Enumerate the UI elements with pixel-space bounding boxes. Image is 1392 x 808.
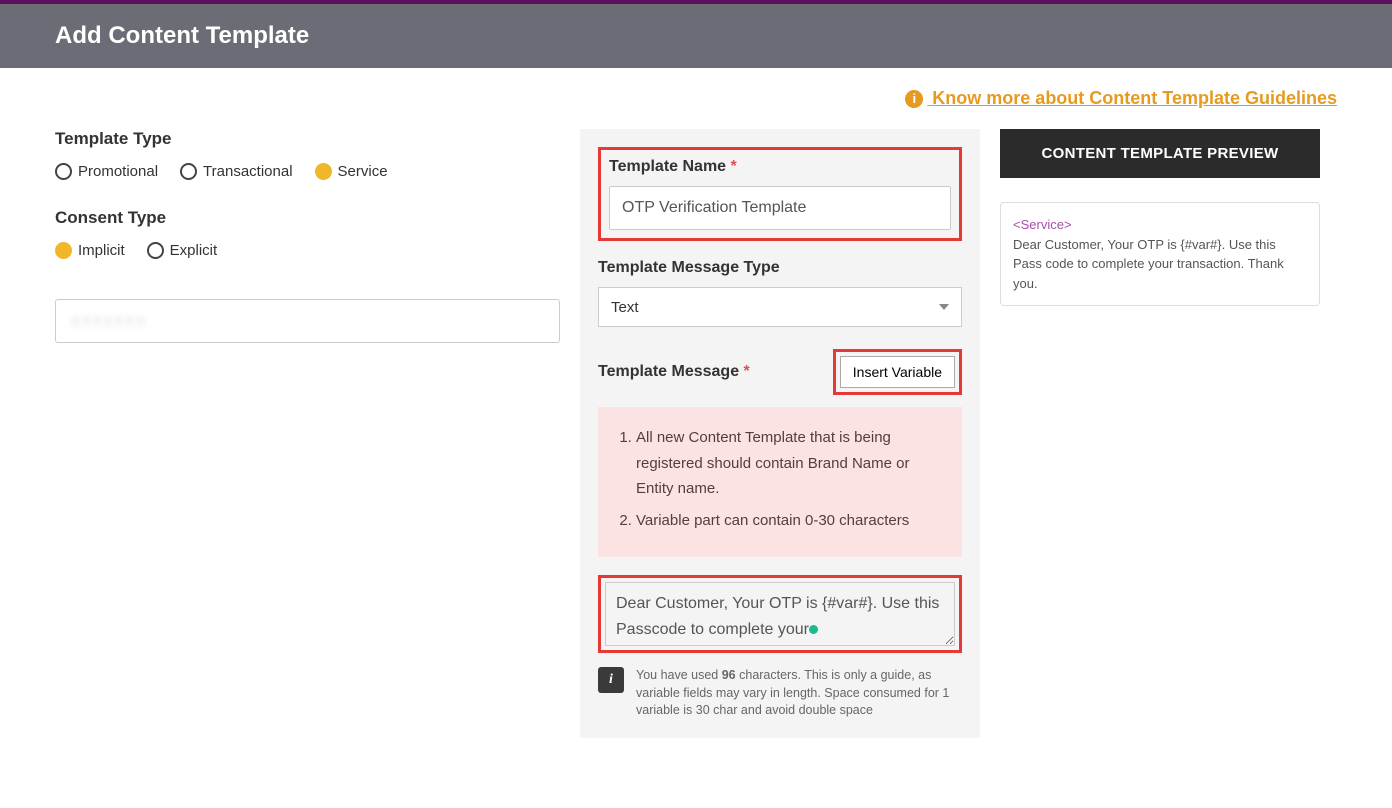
message-type-label: Template Message Type [598,259,962,277]
consent-type-group: Implicit Explicit [55,242,560,259]
template-message-highlight: Dear Customer, Your OTP is {#var#}. Use … [598,575,962,653]
notice-item: Variable part can contain 0-30 character… [636,508,946,534]
preview-tag: <Service> [1013,215,1307,235]
guidelines-link-row: i Know more about Content Template Guide… [55,88,1337,109]
page-title: Add Content Template [55,22,1337,50]
radio-service[interactable]: Service [315,163,388,180]
guidelines-link-text: Know more about Content Template Guideli… [932,88,1337,108]
radio-circle-icon [55,163,72,180]
consent-type-label: Consent Type [55,208,560,228]
insert-variable-highlight: Insert Variable [833,349,962,395]
insert-variable-button[interactable]: Insert Variable [840,356,955,388]
chevron-down-icon [939,304,949,310]
entity-select[interactable]: XXXXXXX [55,299,560,343]
cursor-dot-icon [809,625,818,634]
main-container: i Know more about Content Template Guide… [0,68,1392,738]
blurred-value: XXXXXXX [70,313,147,330]
char-count-info: i You have used 96 characters. This is o… [598,667,962,720]
info-icon: i [905,90,923,108]
template-message-textarea[interactable]: Dear Customer, Your OTP is {#var#}. Use … [605,582,955,646]
message-type-value: Text [611,299,639,316]
required-mark: * [744,363,750,380]
preview-box: <Service> Dear Customer, Your OTP is {#v… [1000,202,1320,306]
template-message-label: Template Message * [598,363,750,381]
template-message-header: Template Message * Insert Variable [598,349,962,395]
middle-column: Template Name * Template Message Type Te… [580,129,980,738]
radio-label: Transactional [203,163,293,180]
preview-body: Dear Customer, Your OTP is {#var#}. Use … [1013,235,1307,294]
template-type-label: Template Type [55,129,560,149]
notice-item: All new Content Template that is being r… [636,425,946,502]
radio-transactional[interactable]: Transactional [180,163,293,180]
preview-header: CONTENT TEMPLATE PREVIEW [1000,129,1320,178]
required-mark: * [731,158,737,175]
left-column: Template Type Promotional Transactional … [55,129,560,343]
radio-label: Service [338,163,388,180]
char-count-text: You have used 96 characters. This is onl… [636,667,962,720]
template-name-highlight: Template Name * [598,147,962,241]
radio-implicit[interactable]: Implicit [55,242,125,259]
guidelines-link[interactable]: i Know more about Content Template Guide… [905,88,1337,108]
template-type-group: Promotional Transactional Service [55,163,560,180]
info-icon: i [598,667,624,693]
template-notice: All new Content Template that is being r… [598,407,962,557]
columns: Template Type Promotional Transactional … [55,129,1337,738]
template-name-input[interactable] [609,186,951,230]
radio-label: Explicit [170,242,218,259]
radio-label: Implicit [78,242,125,259]
radio-circle-icon [55,242,72,259]
message-type-select[interactable]: Text [598,287,962,327]
radio-promotional[interactable]: Promotional [55,163,158,180]
radio-circle-icon [147,242,164,259]
radio-label: Promotional [78,163,158,180]
radio-circle-icon [180,163,197,180]
page-header: Add Content Template [0,4,1392,68]
radio-explicit[interactable]: Explicit [147,242,218,259]
template-name-label: Template Name * [609,158,951,176]
radio-circle-icon [315,163,332,180]
right-column: CONTENT TEMPLATE PREVIEW <Service> Dear … [1000,129,1320,306]
